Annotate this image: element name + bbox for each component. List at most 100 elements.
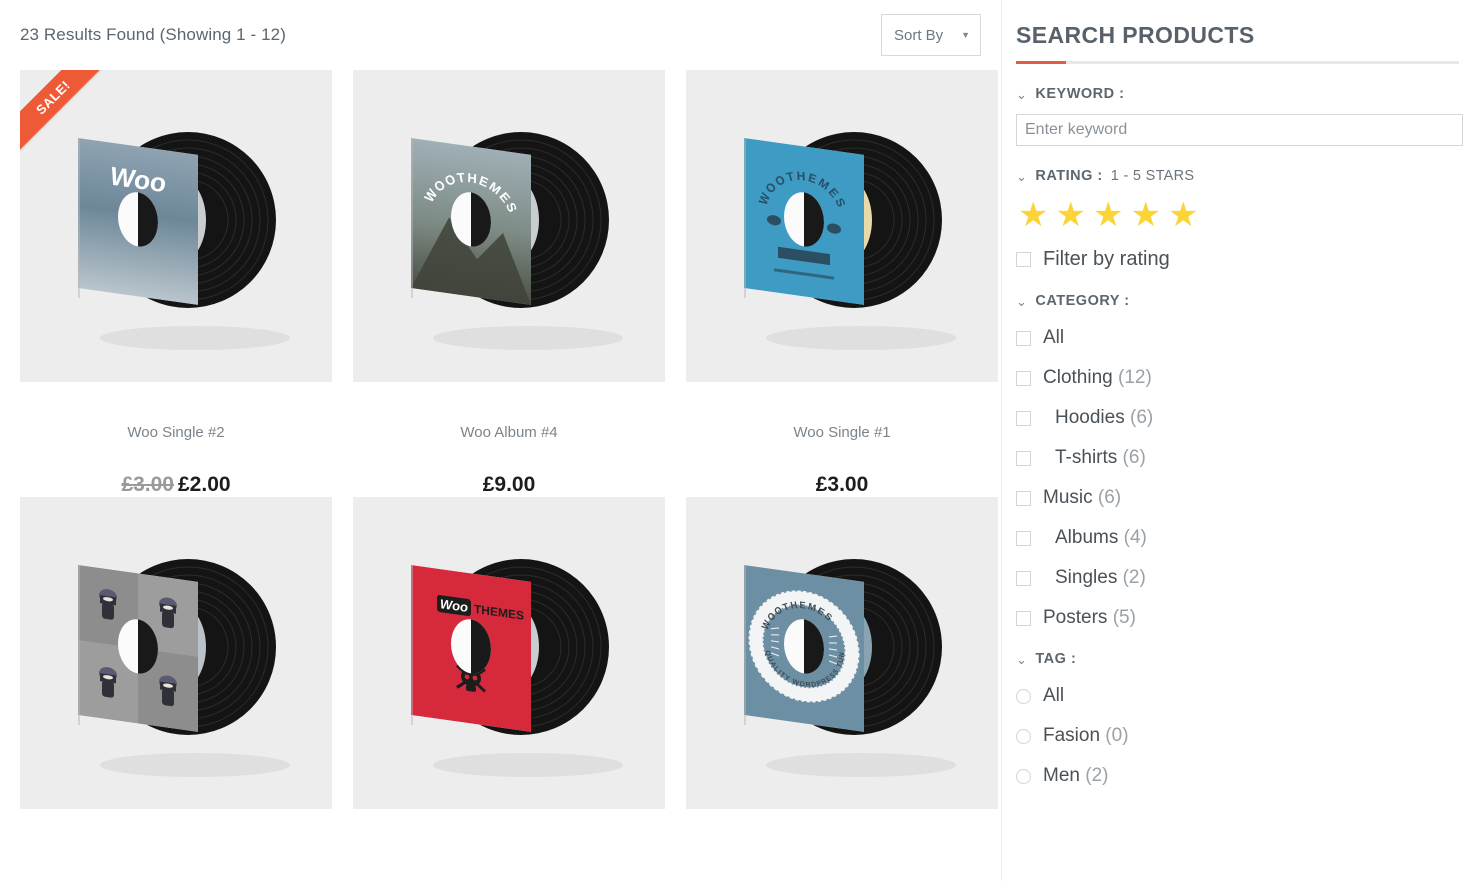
- tag-heading: TAG :: [1035, 651, 1077, 667]
- rating-heading: RATING :: [1035, 168, 1103, 184]
- tag-option-label: All: [1043, 685, 1065, 706]
- category-option-label: T-shirts (6): [1055, 447, 1146, 468]
- category-option-label: Posters (5): [1043, 607, 1136, 628]
- chevron-down-icon: ⌄: [1016, 86, 1028, 102]
- star-icon[interactable]: ★: [1018, 198, 1048, 232]
- product-card[interactable]: Woo THEMES: [353, 497, 665, 809]
- rating-section-header[interactable]: ⌄ RATING : 1 - 5 STARS: [1016, 168, 1471, 184]
- category-option-label: Singles (2): [1055, 567, 1146, 588]
- category-option-count: (5): [1107, 607, 1136, 628]
- tag-option-count: (2): [1079, 765, 1109, 786]
- chevron-down-icon: ⌄: [1016, 651, 1028, 667]
- tag-option-label: Fasion (0): [1043, 725, 1129, 746]
- category-option-row[interactable]: Singles (2): [1016, 567, 1471, 589]
- category-option-count: (6): [1124, 407, 1154, 428]
- results-column: 23 Results Found (Showing 1 - 12) Sort B…: [0, 0, 1002, 881]
- product-old-price: £3.00: [121, 473, 174, 496]
- title-underline: [1016, 61, 1459, 64]
- radio-icon[interactable]: [1016, 768, 1031, 784]
- tag-option-row[interactable]: All: [1016, 685, 1471, 707]
- product-card[interactable]: WOOTHEMES Woo Single #1 £3.00: [686, 70, 998, 497]
- star-icon[interactable]: ★: [1130, 198, 1160, 232]
- category-option-row[interactable]: Clothing (12): [1016, 367, 1471, 389]
- tag-option-count: (0): [1100, 725, 1129, 746]
- keyword-input[interactable]: [1016, 114, 1463, 146]
- category-option-count: (6): [1117, 447, 1146, 468]
- category-option-label: Albums (4): [1055, 527, 1147, 548]
- radio-icon[interactable]: [1016, 728, 1031, 744]
- tag-section-header[interactable]: ⌄ TAG :: [1016, 651, 1471, 667]
- sort-by-select[interactable]: Sort By ▼: [881, 14, 981, 56]
- rating-stars[interactable]: ★ ★ ★ ★ ★: [1016, 198, 1471, 232]
- product-image[interactable]: Woo THEMES: [353, 497, 665, 809]
- category-option-label: Clothing (12): [1043, 367, 1152, 388]
- category-option-count: (2): [1117, 567, 1146, 588]
- product-image[interactable]: [20, 497, 332, 809]
- checkbox-icon[interactable]: [1016, 490, 1031, 506]
- product-current-price: £9.00: [482, 473, 536, 496]
- star-icon[interactable]: ★: [1055, 198, 1085, 232]
- checkbox-icon[interactable]: [1016, 410, 1031, 426]
- product-image[interactable]: Woo SALE!: [20, 70, 332, 382]
- tag-option-row[interactable]: Men (2): [1016, 765, 1471, 787]
- category-option-label: Music (6): [1043, 487, 1122, 508]
- keyword-heading: KEYWORD :: [1035, 86, 1125, 102]
- product-card[interactable]: [20, 497, 332, 809]
- filter-by-rating-row[interactable]: Filter by rating: [1016, 248, 1471, 271]
- product-card[interactable]: WOOTHEMES Woo Album #4 £9.00: [353, 70, 665, 497]
- checkbox-icon[interactable]: [1016, 570, 1031, 586]
- star-icon[interactable]: ★: [1093, 198, 1123, 232]
- product-grid: Woo SALE! Woo Single #2 £3.00 £2.00 WOOT…: [0, 70, 1001, 809]
- product-card[interactable]: Woo SALE! Woo Single #2 £3.00 £2.00: [20, 70, 332, 497]
- product-title[interactable]: Woo Album #4: [353, 424, 665, 441]
- chevron-down-icon: ⌄: [1016, 293, 1028, 309]
- tag-option-row[interactable]: Fasion (0): [1016, 725, 1471, 747]
- category-list: All Clothing (12) Hoodies (6) T-shirts (6) M…: [1016, 327, 1471, 629]
- category-option-row[interactable]: Music (6): [1016, 487, 1471, 509]
- results-toolbar: 23 Results Found (Showing 1 - 12) Sort B…: [0, 0, 1001, 70]
- product-price: £3.00 £2.00: [20, 473, 332, 497]
- product-image[interactable]: WOOTHEMES: [353, 70, 665, 382]
- category-option-row[interactable]: Albums (4): [1016, 527, 1471, 549]
- checkbox-icon[interactable]: [1016, 252, 1031, 267]
- checkbox-icon[interactable]: [1016, 450, 1031, 466]
- product-title[interactable]: Woo Single #2: [20, 424, 332, 441]
- category-option-row[interactable]: Hoodies (6): [1016, 407, 1471, 429]
- product-image[interactable]: WOOTHEMES: [686, 70, 998, 382]
- product-search-page: 23 Results Found (Showing 1 - 12) Sort B…: [0, 0, 1471, 881]
- chevron-down-icon: ⌄: [1016, 168, 1028, 184]
- filter-by-rating-label: Filter by rating: [1043, 248, 1170, 270]
- category-option-row[interactable]: T-shirts (6): [1016, 447, 1471, 469]
- checkbox-icon[interactable]: [1016, 330, 1031, 346]
- keyword-section-header[interactable]: ⌄ KEYWORD :: [1016, 86, 1471, 102]
- product-title[interactable]: Woo Single #1: [686, 424, 998, 441]
- category-option-label: All: [1043, 327, 1065, 348]
- tag-list: All Fasion (0) Men (2): [1016, 685, 1471, 787]
- radio-icon[interactable]: [1016, 688, 1031, 704]
- product-price: £3.00: [686, 473, 998, 497]
- category-option-row[interactable]: All: [1016, 327, 1471, 349]
- checkbox-icon[interactable]: [1016, 610, 1031, 626]
- sort-by-label: Sort By: [894, 26, 944, 44]
- product-current-price: £2.00: [178, 473, 231, 496]
- category-option-label: Hoodies (6): [1055, 407, 1154, 428]
- tag-option-label: Men (2): [1043, 765, 1109, 786]
- product-image[interactable]: WOOTHEMES QUALITY WORDPRESS TUNES: [686, 497, 998, 809]
- category-section-header[interactable]: ⌄ CATEGORY :: [1016, 293, 1471, 309]
- category-option-row[interactable]: Posters (5): [1016, 607, 1471, 629]
- chevron-down-icon: ▼: [961, 30, 970, 40]
- checkbox-icon[interactable]: [1016, 370, 1031, 386]
- results-count-text: 23 Results Found (Showing 1 - 12): [20, 25, 286, 44]
- category-option-count: (6): [1092, 487, 1122, 508]
- checkbox-icon[interactable]: [1016, 530, 1031, 546]
- star-icon[interactable]: ★: [1168, 198, 1198, 232]
- product-card[interactable]: WOOTHEMES QUALITY WORDPRESS TUNES: [686, 497, 998, 809]
- product-current-price: £3.00: [815, 473, 869, 496]
- product-price: £9.00: [353, 473, 665, 497]
- sidebar-title: SEARCH PRODUCTS: [1016, 22, 1255, 48]
- category-heading: CATEGORY :: [1035, 293, 1130, 309]
- search-products-sidebar: SEARCH PRODUCTS ⌄ KEYWORD : ⌄ RATING : 1…: [1002, 0, 1471, 881]
- rating-range-label: 1 - 5 STARS: [1110, 168, 1195, 184]
- category-option-count: (12): [1112, 367, 1152, 388]
- category-option-count: (4): [1118, 527, 1147, 548]
